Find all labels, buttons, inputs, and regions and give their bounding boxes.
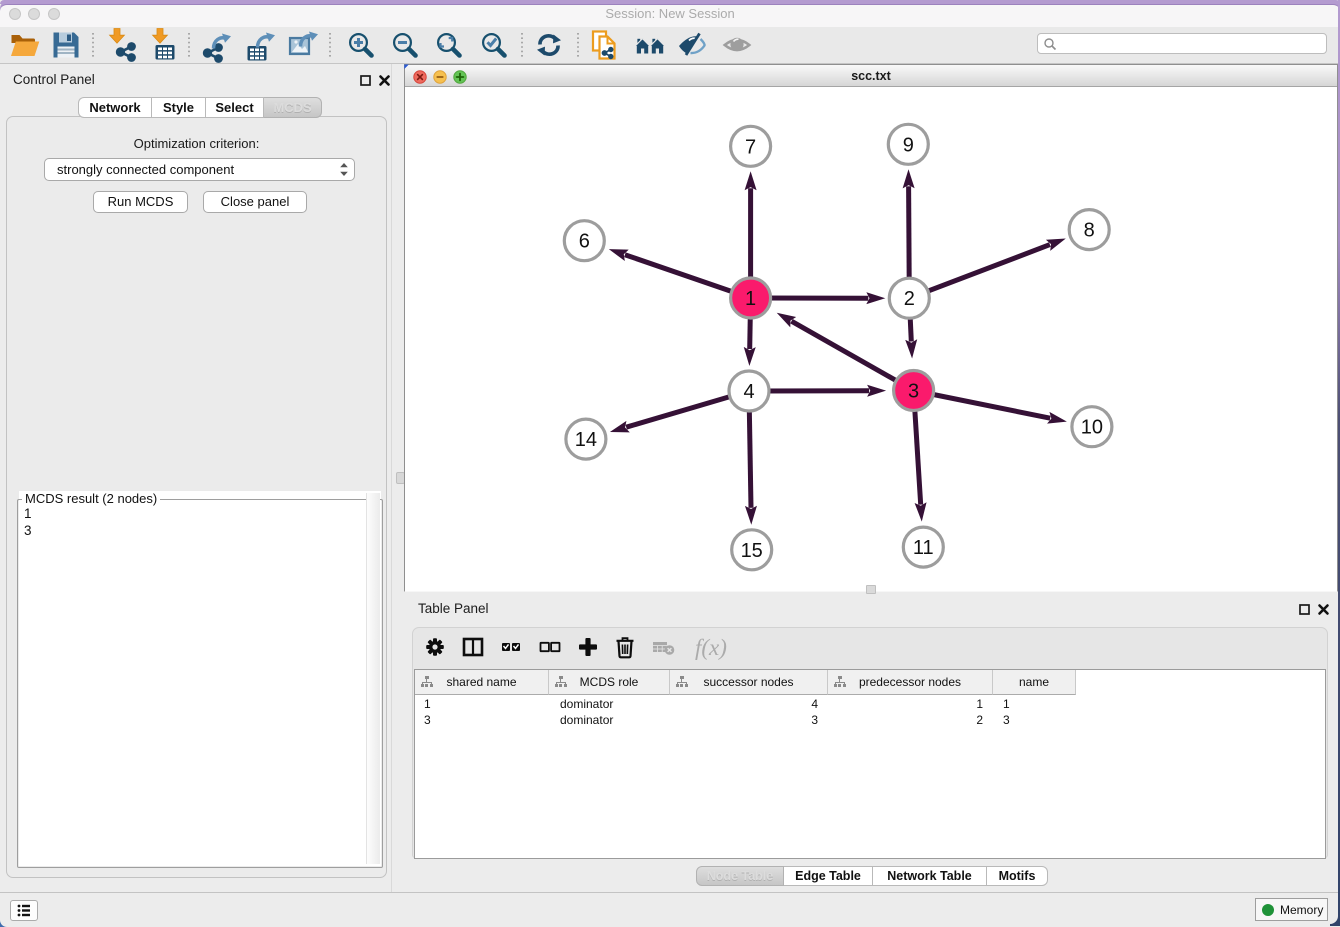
svg-text:3: 3 xyxy=(908,381,919,403)
svg-text:7: 7 xyxy=(745,136,756,158)
svg-text:14: 14 xyxy=(575,429,597,451)
svg-text:9: 9 xyxy=(903,134,914,156)
svg-text:10: 10 xyxy=(1081,417,1103,439)
svg-text:4: 4 xyxy=(743,381,754,403)
svg-text:6: 6 xyxy=(579,231,590,253)
svg-text:11: 11 xyxy=(913,537,934,559)
svg-text:8: 8 xyxy=(1084,220,1095,242)
svg-text:15: 15 xyxy=(741,540,763,562)
svg-text:2: 2 xyxy=(904,288,915,310)
svg-text:f(x): f(x) xyxy=(695,635,727,660)
svg-text:1: 1 xyxy=(745,288,756,310)
